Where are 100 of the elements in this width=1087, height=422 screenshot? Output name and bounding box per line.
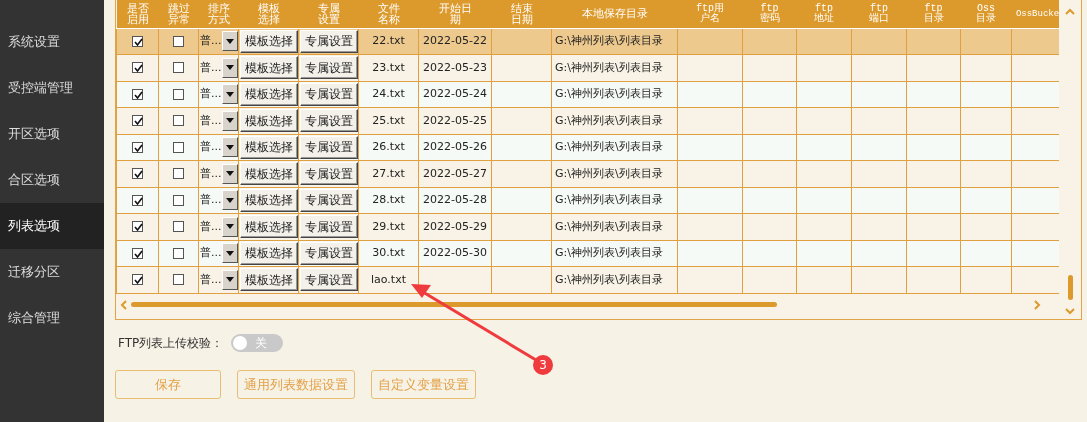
directory-path: G:\神州列表\列表目录 — [555, 246, 663, 259]
sidebar-item[interactable]: 开区选项 — [0, 111, 104, 157]
checkbox[interactable] — [173, 35, 184, 47]
template-button[interactable]: 模板选择 — [239, 162, 298, 186]
settings-button[interactable]: 专属设置 — [299, 268, 358, 292]
table-row[interactable]: 普... 模板选择 专属设置 22.txt 2022-05-22 G:\神州列表\列表目录 — [116, 28, 1064, 55]
sort-value: 普... — [200, 271, 222, 288]
checkbox[interactable] — [173, 62, 184, 73]
toggle-label: FTP列表上传校验： — [118, 335, 224, 352]
template-button[interactable]: 模板选择 — [239, 29, 298, 53]
settings-button[interactable]: 专属设置 — [299, 135, 358, 159]
table-row[interactable]: 普... 模板选择 专属设置 29.txt 2022-05-29 G:\神州列表\列表目录 — [116, 213, 1064, 240]
column-header: 文件名称 — [376, 2, 401, 25]
settings-button[interactable]: 专属设置 — [299, 162, 358, 186]
checkbox[interactable] — [132, 35, 143, 47]
table-row[interactable]: 普... 模板选择 专属设置 25.txt 2022-05-25 G:\神州列表\列表目录 — [116, 107, 1064, 134]
checkbox[interactable] — [173, 221, 184, 232]
template-button[interactable]: 模板选择 — [239, 241, 298, 265]
dropdown-button[interactable] — [222, 163, 238, 184]
table-row[interactable]: 普... 模板选择 专属设置 30.txt 2022-05-30 G:\神州列表\列表目录 — [116, 240, 1064, 267]
checkbox[interactable] — [132, 194, 143, 206]
template-button[interactable]: 模板选择 — [239, 82, 298, 106]
table-row[interactable]: 普... 模板选择 专属设置 24.txt 2022-05-24 G:\神州列表\列表目录 — [116, 81, 1064, 108]
checkbox[interactable] — [132, 88, 143, 100]
directory-path: G:\神州列表\列表目录 — [555, 140, 663, 153]
file-name: 26.txt — [372, 140, 405, 153]
dropdown-button[interactable] — [222, 269, 238, 290]
sidebar-item[interactable]: 列表选项 — [0, 203, 104, 249]
checkbox[interactable] — [132, 115, 143, 126]
sort-value: 普... — [200, 245, 222, 261]
dropdown-button[interactable] — [222, 84, 238, 105]
template-button[interactable]: 模板选择 — [239, 135, 298, 159]
dropdown-button[interactable] — [222, 216, 238, 237]
checkbox[interactable] — [173, 115, 184, 126]
dropdown-button[interactable] — [222, 57, 238, 78]
column-header: 结束日期 — [509, 2, 534, 25]
dropdown-button[interactable] — [222, 31, 238, 52]
directory-path: G:\神州列表\列表目录 — [555, 272, 663, 286]
caret-icon — [226, 38, 234, 44]
checkbox[interactable] — [173, 168, 184, 179]
file-name: 25.txt — [372, 113, 405, 127]
sidebar-item[interactable]: 系统设置 — [0, 19, 104, 65]
sort-value: 普... — [200, 192, 222, 208]
checkbox[interactable] — [132, 141, 143, 153]
sort-value: 普... — [200, 112, 222, 129]
file-name: 29.txt — [372, 219, 405, 233]
table-row[interactable]: 普... 模板选择 专属设置 lao.txt G:\神州列表\列表目录 — [116, 266, 1064, 293]
sidebar-item[interactable]: 合区选项 — [0, 157, 104, 203]
checkbox[interactable] — [173, 88, 184, 100]
settings-button[interactable]: 专属设置 — [299, 241, 358, 265]
file-name: 28.txt — [372, 193, 405, 206]
template-button[interactable]: 模板选择 — [239, 188, 298, 212]
settings-button[interactable]: 专属设置 — [299, 82, 358, 106]
scrollbar-thumb[interactable] — [131, 302, 777, 307]
column-header: ftp 密码 — [759, 2, 780, 24]
table-row[interactable]: 普... 模板选择 专属设置 26.txt 2022-05-26 G:\神州列表\列表目录 — [116, 134, 1064, 161]
checkbox[interactable] — [132, 62, 143, 73]
settings-button[interactable]: 专属设置 — [299, 215, 358, 239]
template-button[interactable]: 模板选择 — [239, 109, 298, 133]
column-header: 开始日期 — [437, 2, 473, 25]
checkbox[interactable] — [132, 247, 143, 259]
sidebar-item[interactable]: 综合管理 — [0, 295, 104, 341]
checkbox[interactable] — [173, 247, 184, 259]
dropdown-button[interactable] — [222, 190, 238, 211]
dropdown-button[interactable] — [222, 110, 238, 131]
sidebar-item[interactable]: 受控端管理 — [0, 65, 104, 111]
column-header: ftp用户名 — [695, 3, 725, 24]
caret-icon — [226, 171, 234, 177]
start-date: 2022-05-23 — [423, 60, 487, 74]
dropdown-button[interactable] — [222, 243, 238, 264]
settings-button[interactable]: 专属设置 — [299, 188, 358, 212]
scrollbar-thumb[interactable] — [1067, 275, 1073, 300]
settings-button[interactable]: 专属设置 — [299, 109, 358, 133]
checkbox[interactable] — [173, 194, 184, 206]
settings-button[interactable]: 专属设置 — [299, 29, 358, 53]
checkbox[interactable] — [132, 274, 143, 285]
checkbox[interactable] — [132, 168, 143, 179]
column-header: ftp 端口 — [869, 2, 889, 24]
sidebar-item[interactable]: 迁移分区 — [0, 249, 104, 295]
caret-icon — [226, 250, 234, 256]
checkbox[interactable] — [173, 141, 184, 153]
checkbox[interactable] — [132, 221, 143, 232]
start-date: 2022-05-27 — [423, 166, 487, 180]
sort-value: 普... — [200, 86, 222, 102]
column-header: 本地保存目录 — [581, 7, 648, 21]
start-date: 2022-05-29 — [423, 219, 487, 233]
template-button[interactable]: 模板选择 — [239, 215, 298, 239]
file-name: lao.txt — [371, 272, 406, 286]
directory-path: G:\神州列表\列表目录 — [555, 60, 663, 74]
checkbox[interactable] — [173, 274, 184, 285]
caret-icon — [226, 144, 234, 150]
template-button[interactable]: 模板选择 — [239, 56, 298, 80]
start-date: 2022-05-28 — [423, 193, 487, 206]
directory-path: G:\神州列表\列表目录 — [555, 87, 663, 100]
table-row[interactable]: 普... 模板选择 专属设置 28.txt 2022-05-28 G:\神州列表\列表目录 — [116, 187, 1064, 214]
settings-button[interactable]: 专属设置 — [299, 56, 358, 80]
template-button[interactable]: 模板选择 — [239, 268, 298, 292]
dropdown-button[interactable] — [222, 137, 238, 158]
table-row[interactable]: 普... 模板选择 专属设置 27.txt 2022-05-27 G:\神州列表\列表目录 — [116, 160, 1064, 187]
table-row[interactable]: 普... 模板选择 专属设置 23.txt 2022-05-23 G:\神州列表\列表目录 — [116, 54, 1064, 81]
